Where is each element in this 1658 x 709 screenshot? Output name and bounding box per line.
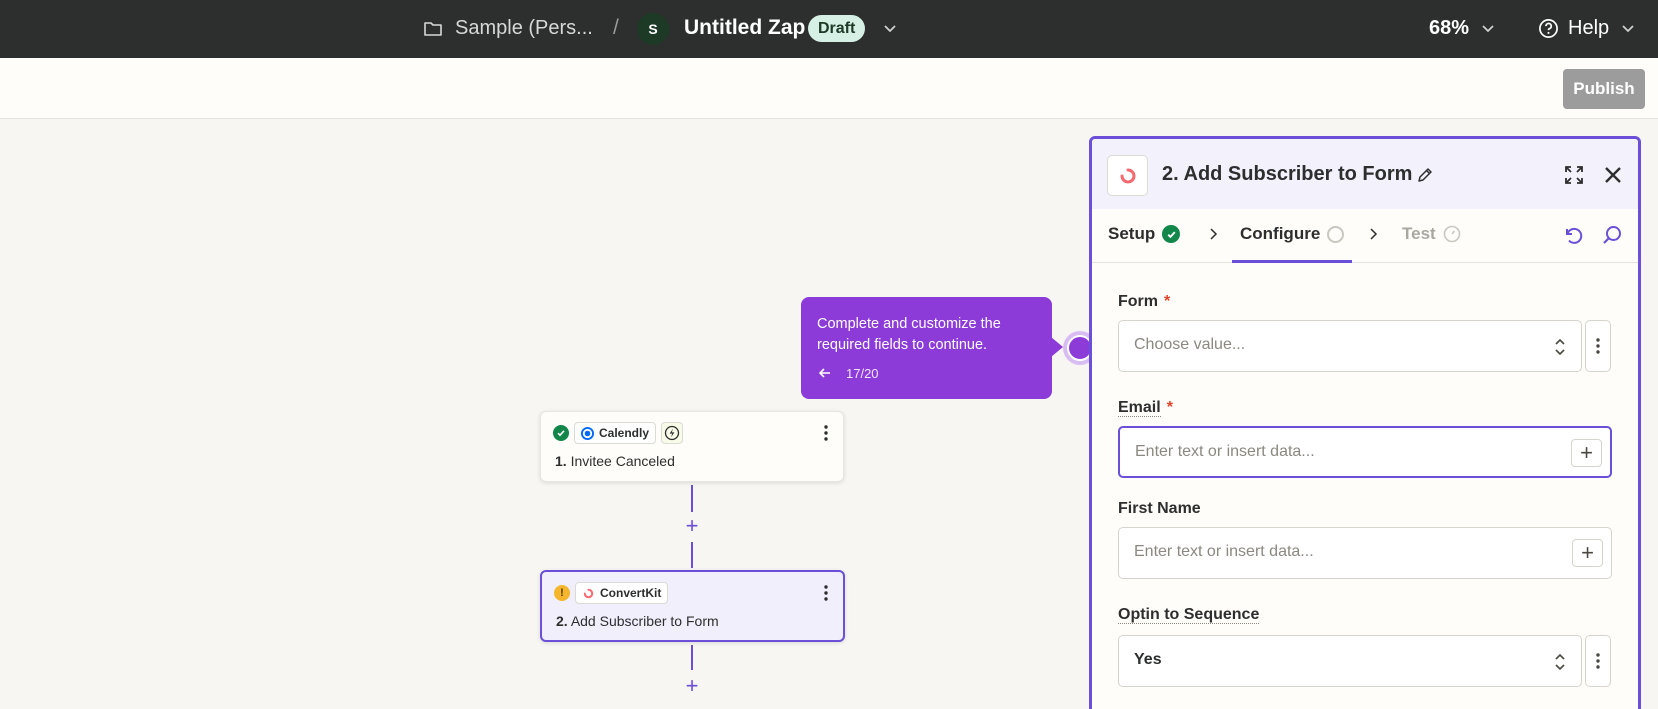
step-node-trigger[interactable]: Calendly 1. Invitee Canceled xyxy=(540,411,844,482)
step-title: 1. Invitee Canceled xyxy=(555,453,675,469)
field-options-button[interactable] xyxy=(1585,320,1611,372)
zoom-level[interactable]: 68% xyxy=(1429,17,1469,40)
folder-name-link[interactable]: Sample (Pers... xyxy=(455,17,593,40)
input-placeholder: Enter text or insert data... xyxy=(1135,443,1315,460)
tab-configure[interactable]: Configure xyxy=(1240,224,1345,244)
tab-label: Configure xyxy=(1240,224,1321,243)
insert-data-button[interactable]: + xyxy=(1571,439,1602,467)
step-connector xyxy=(691,485,693,512)
convertkit-icon xyxy=(583,588,594,598)
app-chip: ConvertKit xyxy=(575,582,669,604)
required-marker: * xyxy=(1164,293,1171,310)
step-title: 2. Add Subscriber to Form xyxy=(556,613,719,629)
label-text: Optin to Sequence xyxy=(1118,606,1260,624)
step-number: 1. xyxy=(555,453,567,469)
app-name: Calendly xyxy=(599,426,650,440)
tooltip-text: Complete and customize the required fiel… xyxy=(817,316,1001,353)
step-tabs: Setup Configure Test xyxy=(1092,209,1638,263)
step-name: Add Subscriber to Form xyxy=(570,613,719,629)
tour-step-counter: 17/20 xyxy=(846,366,879,381)
expand-icon[interactable] xyxy=(1563,164,1585,186)
warning-icon: ! xyxy=(554,585,570,601)
check-circle-icon xyxy=(1162,225,1181,243)
add-step-button[interactable]: + xyxy=(681,675,703,697)
required-marker: * xyxy=(1166,399,1173,416)
step-badges: ! ConvertKit xyxy=(554,582,669,604)
add-step-button[interactable]: + xyxy=(681,515,703,537)
search-icon[interactable] xyxy=(1601,224,1623,246)
top-bar: Sample (Pers... / S Untitled Zap Draft 6… xyxy=(0,0,1658,58)
app-name: ConvertKit xyxy=(600,586,662,600)
trigger-icon xyxy=(661,422,684,444)
more-vertical-icon xyxy=(1596,338,1600,354)
chevron-down-icon[interactable] xyxy=(1621,21,1635,35)
active-tab-indicator xyxy=(1232,260,1352,263)
field-label-optin: Optin to Sequence xyxy=(1118,606,1260,624)
tab-label: Setup xyxy=(1108,224,1156,243)
field-label-email: Email * xyxy=(1118,399,1173,417)
panel-header: 2. Add Subscriber to Form xyxy=(1092,139,1638,209)
chevron-right-icon xyxy=(1210,228,1218,240)
step-badges: Calendly xyxy=(553,422,684,444)
step-connector xyxy=(691,645,693,670)
calendly-icon xyxy=(581,426,594,440)
zap-title[interactable]: Untitled Zap xyxy=(684,16,805,40)
breadcrumb-separator: / xyxy=(613,16,619,39)
editor-toolbar xyxy=(0,58,1658,119)
publish-button[interactable]: Publish xyxy=(1563,69,1645,109)
panel-title[interactable]: 2. Add Subscriber to Form xyxy=(1162,163,1412,186)
status-badge: Draft xyxy=(808,15,866,42)
up-down-chevron-icon xyxy=(1555,338,1565,356)
email-field[interactable]: Enter text or insert data... + xyxy=(1118,426,1612,478)
step-connector xyxy=(691,542,693,568)
tooltip-arrow xyxy=(1051,337,1063,357)
field-label-form: Form * xyxy=(1118,293,1170,311)
label-text: Form xyxy=(1118,293,1158,310)
app-chip: Calendly xyxy=(574,422,657,444)
insert-data-button[interactable]: + xyxy=(1572,539,1603,567)
field-options-button[interactable] xyxy=(1585,635,1611,687)
empty-circle-icon xyxy=(1327,225,1345,243)
optin-sequence-select[interactable]: Yes xyxy=(1118,635,1582,687)
more-vertical-icon xyxy=(1596,653,1600,669)
chevron-down-icon[interactable] xyxy=(1481,21,1495,35)
check-icon xyxy=(553,425,569,441)
label-text: First Name xyxy=(1118,500,1201,517)
folder-icon[interactable] xyxy=(423,19,443,39)
tour-tooltip: Complete and customize the required fiel… xyxy=(801,297,1063,399)
label-text: Email xyxy=(1118,399,1161,417)
help-menu[interactable]: Help xyxy=(1568,17,1609,40)
select-value: Yes xyxy=(1134,651,1162,668)
step-editor-panel: 2. Add Subscriber to Form Setup Configur… xyxy=(1089,136,1641,709)
input-placeholder: Enter text or insert data... xyxy=(1134,543,1314,560)
tab-test[interactable]: Test xyxy=(1402,224,1461,244)
select-placeholder: Choose value... xyxy=(1134,336,1246,353)
step-name: Invitee Canceled xyxy=(570,453,675,469)
pencil-icon[interactable] xyxy=(1416,166,1434,184)
close-icon[interactable] xyxy=(1602,164,1624,186)
timer-icon xyxy=(1443,225,1461,243)
undo-icon[interactable] xyxy=(1562,224,1584,246)
arrow-left-icon[interactable] xyxy=(817,365,833,381)
first-name-field[interactable]: Enter text or insert data... + xyxy=(1118,527,1612,579)
tab-setup[interactable]: Setup xyxy=(1108,224,1181,244)
form-select[interactable]: Choose value... xyxy=(1118,320,1582,372)
help-icon[interactable] xyxy=(1538,18,1559,39)
up-down-chevron-icon xyxy=(1555,653,1565,671)
avatar[interactable]: S xyxy=(637,13,669,45)
more-vertical-icon[interactable] xyxy=(823,584,829,602)
chevron-down-icon[interactable] xyxy=(882,20,898,36)
step-number: 2. xyxy=(556,613,568,629)
chevron-right-icon xyxy=(1370,228,1378,240)
convertkit-icon xyxy=(1107,155,1148,196)
tab-label: Test xyxy=(1402,224,1436,243)
field-label-first-name: First Name xyxy=(1118,500,1201,518)
more-vertical-icon[interactable] xyxy=(823,424,829,442)
step-node-action[interactable]: ! ConvertKit 2. Add Subscriber to Form xyxy=(540,570,845,642)
